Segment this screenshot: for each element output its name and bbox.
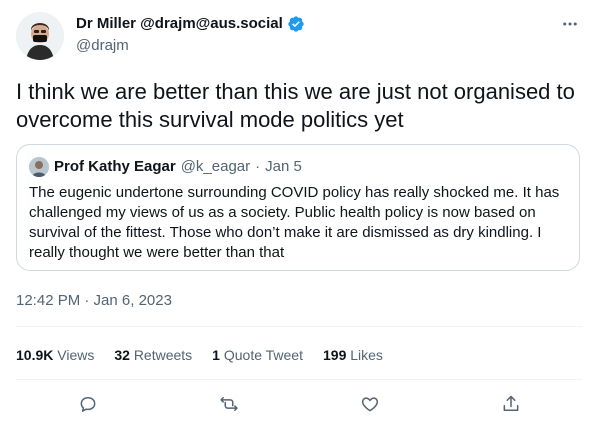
engagement-stats: 10.9K Views 32 Retweets 1 Quote Tweet 19… (16, 345, 403, 365)
author-handle[interactable]: @drajm (76, 36, 305, 56)
retweets-label: Retweets (133, 347, 193, 363)
share-icon[interactable] (498, 391, 524, 417)
views-count: 10.9K (16, 347, 54, 363)
quotes-count: 1 (212, 347, 220, 363)
likes-count: 199 (323, 347, 347, 363)
divider (16, 379, 582, 380)
views-stat[interactable]: 10.9K Views (16, 345, 94, 365)
retweets-stat[interactable]: 32 Retweets (114, 345, 192, 365)
tweet-text: I think we are better than this we are j… (16, 79, 575, 132)
quote-date[interactable]: Jan 5 (265, 157, 302, 177)
author-block: Dr Miller @drajm@aus.social @drajm (76, 14, 305, 56)
tweet-card: Dr Miller @drajm@aus.social @drajm I thi… (0, 0, 598, 427)
quotes-label: Quote Tweet (223, 347, 303, 363)
reply-icon[interactable] (75, 391, 101, 417)
author-name[interactable]: Dr Miller @drajm@aus.social (76, 14, 283, 34)
retweets-count: 32 (114, 347, 130, 363)
quote-author-name[interactable]: Prof Kathy Eagar (54, 157, 176, 177)
tweet-timestamp[interactable]: 12:42 PM · Jan 6, 2023 (16, 291, 172, 311)
quote-separator: · (255, 158, 261, 175)
quote-header: Prof Kathy Eagar @k_eagar · Jan 5 (29, 157, 302, 177)
quotes-stat[interactable]: 1 Quote Tweet (212, 345, 303, 365)
avatar[interactable] (16, 12, 64, 60)
likes-stat[interactable]: 199 Likes (323, 345, 383, 365)
more-icon[interactable] (558, 12, 582, 36)
likes-label: Likes (350, 347, 383, 363)
action-bar (0, 386, 598, 422)
retweet-icon[interactable] (216, 391, 242, 417)
quote-text: The eugenic undertone surrounding COVID … (29, 184, 560, 261)
divider (16, 326, 582, 327)
quote-tweet[interactable]: Prof Kathy Eagar @k_eagar · Jan 5 The eu… (16, 144, 580, 271)
quote-author-handle[interactable]: @k_eagar (181, 157, 250, 177)
quote-avatar[interactable] (29, 157, 49, 177)
verified-badge-icon (287, 15, 305, 33)
views-label: Views (57, 347, 95, 363)
heart-icon[interactable] (357, 391, 383, 417)
